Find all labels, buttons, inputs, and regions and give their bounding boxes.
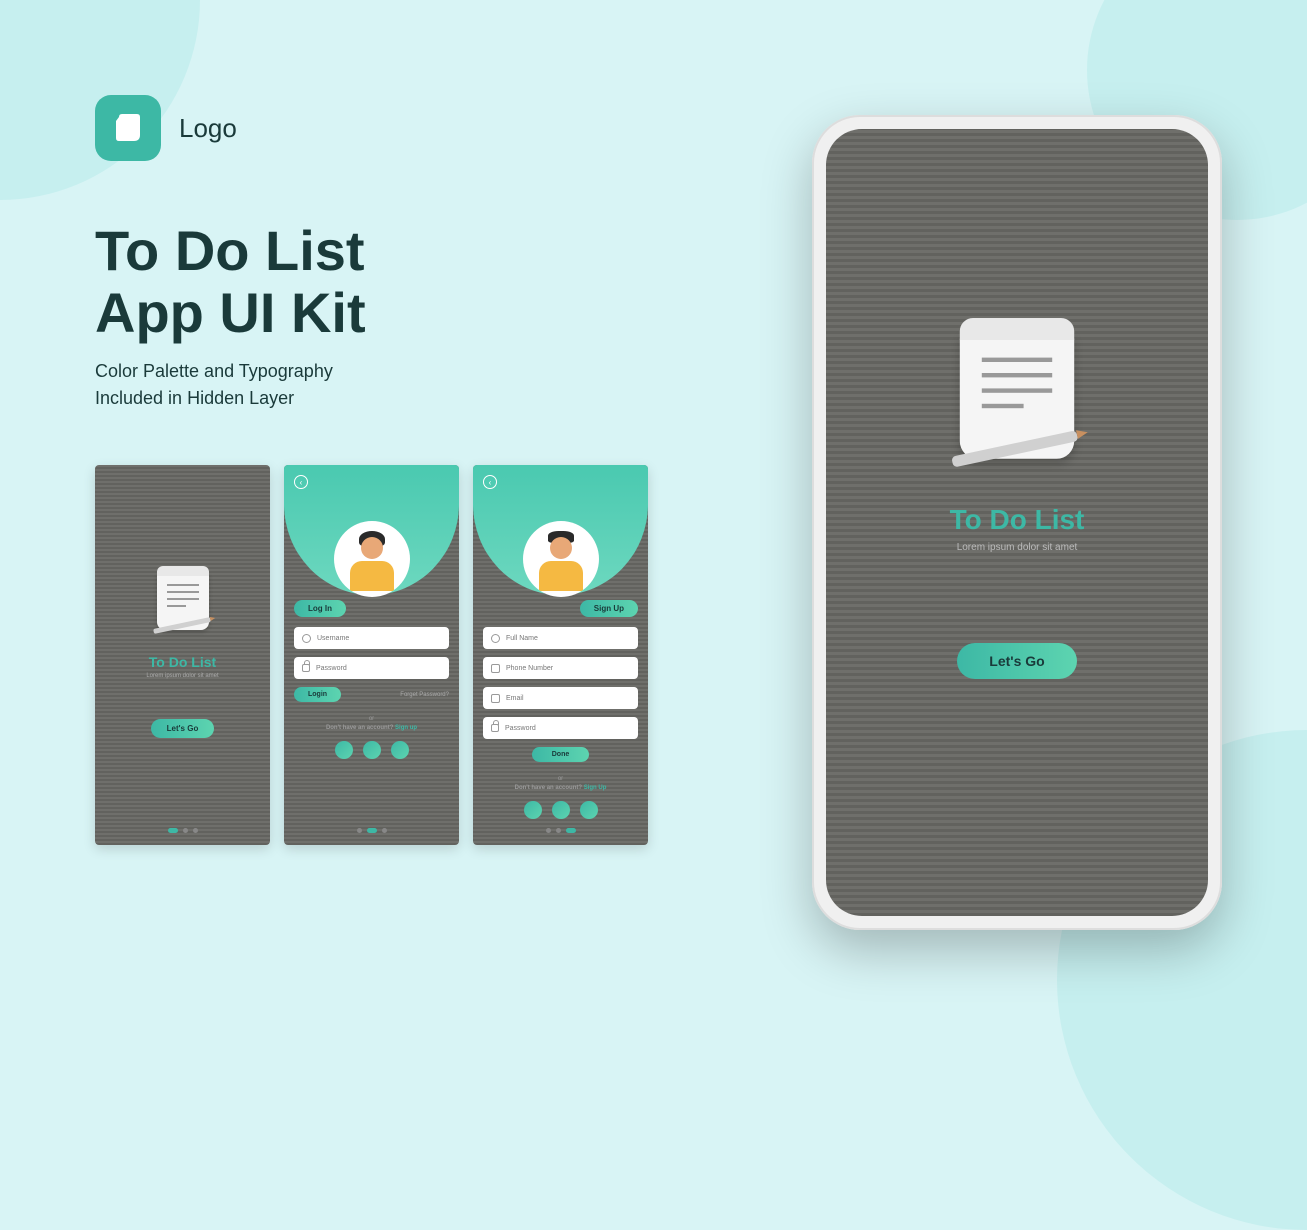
phone-screen-splash: To Do List Lorem ipsum dolor sit amet Le… <box>826 129 1208 916</box>
signup-prompt: Don't have an account? Sign up <box>294 725 449 731</box>
scroll-paper-icon <box>157 572 209 630</box>
logo-area: Logo <box>95 95 237 161</box>
logo-icon <box>95 95 161 161</box>
login-form: Username Password Login Forget Password?… <box>294 627 449 759</box>
phone-title: To Do List <box>950 504 1085 536</box>
or-divider: or <box>294 716 449 722</box>
splash-subtitle: Lorem ipsum dolor sit amet <box>146 673 218 679</box>
login-tab[interactable]: Log In <box>294 600 346 617</box>
social-twitter-icon[interactable] <box>363 741 381 759</box>
done-button[interactable]: Done <box>532 747 590 762</box>
password-field[interactable]: Password <box>294 657 449 679</box>
lets-go-button[interactable]: Let's Go <box>957 643 1076 679</box>
signup-link[interactable]: Sign Up <box>584 785 607 791</box>
back-button[interactable]: ‹ <box>294 475 308 489</box>
lock-icon <box>491 724 499 732</box>
logo-text: Logo <box>179 113 237 144</box>
user-icon <box>302 634 311 643</box>
headline-line2: App UI Kit <box>95 281 366 344</box>
subhead-line2: Included in Hidden Layer <box>95 388 294 408</box>
forgot-password-link[interactable]: Forget Password? <box>400 692 449 698</box>
page-dots <box>168 828 198 833</box>
lets-go-button[interactable]: Let's Go <box>151 719 215 738</box>
subhead-line1: Color Palette and Typography <box>95 361 333 381</box>
social-buttons <box>294 741 449 759</box>
password-label: Password <box>505 725 536 732</box>
fullname-label: Full Name <box>506 635 538 642</box>
user-icon <box>491 634 500 643</box>
username-field[interactable]: Username <box>294 627 449 649</box>
social-google-icon[interactable] <box>391 741 409 759</box>
password-label: Password <box>316 665 347 672</box>
phone-label: Phone Number <box>506 665 553 672</box>
avatar <box>334 521 410 597</box>
lock-icon <box>302 664 310 672</box>
social-facebook-icon[interactable] <box>524 801 542 819</box>
signup-form: Full Name Phone Number Email Password Do… <box>483 627 638 819</box>
email-field[interactable]: Email <box>483 687 638 709</box>
page-dots <box>546 828 576 833</box>
phone-subtitle: Lorem ipsum dolor sit amet <box>957 542 1078 553</box>
phone-field[interactable]: Phone Number <box>483 657 638 679</box>
screen-thumbnails: To Do List Lorem ipsum dolor sit amet Le… <box>95 465 648 845</box>
subheadline: Color Palette and Typography Included in… <box>95 358 333 412</box>
fullname-field[interactable]: Full Name <box>483 627 638 649</box>
password-field[interactable]: Password <box>483 717 638 739</box>
avatar <box>523 521 599 597</box>
headline-line1: To Do List <box>95 219 365 282</box>
phone-icon <box>491 664 500 673</box>
email-label: Email <box>506 695 524 702</box>
page-dots <box>357 828 387 833</box>
signup-tab[interactable]: Sign Up <box>580 600 638 617</box>
scroll-paper-icon <box>960 331 1074 459</box>
phone-mockup: To Do List Lorem ipsum dolor sit amet Le… <box>812 115 1222 930</box>
social-google-icon[interactable] <box>580 801 598 819</box>
username-label: Username <box>317 635 349 642</box>
splash-title: To Do List <box>149 654 216 670</box>
thumb-login: ‹ Log In Username Password Login Forget … <box>284 465 459 845</box>
back-button[interactable]: ‹ <box>483 475 497 489</box>
thumb-splash: To Do List Lorem ipsum dolor sit amet Le… <box>95 465 270 845</box>
login-button[interactable]: Login <box>294 687 341 702</box>
signup-prompt: Don't have an account? Sign Up <box>483 785 638 791</box>
social-twitter-icon[interactable] <box>552 801 570 819</box>
signup-link[interactable]: Sign up <box>395 725 417 731</box>
social-facebook-icon[interactable] <box>335 741 353 759</box>
mail-icon <box>491 694 500 703</box>
thumb-signup: ‹ Sign Up Full Name Phone Number Email P… <box>473 465 648 845</box>
social-buttons <box>483 801 638 819</box>
or-divider: or <box>483 776 638 782</box>
headline: To Do ListApp UI Kit <box>95 220 366 343</box>
